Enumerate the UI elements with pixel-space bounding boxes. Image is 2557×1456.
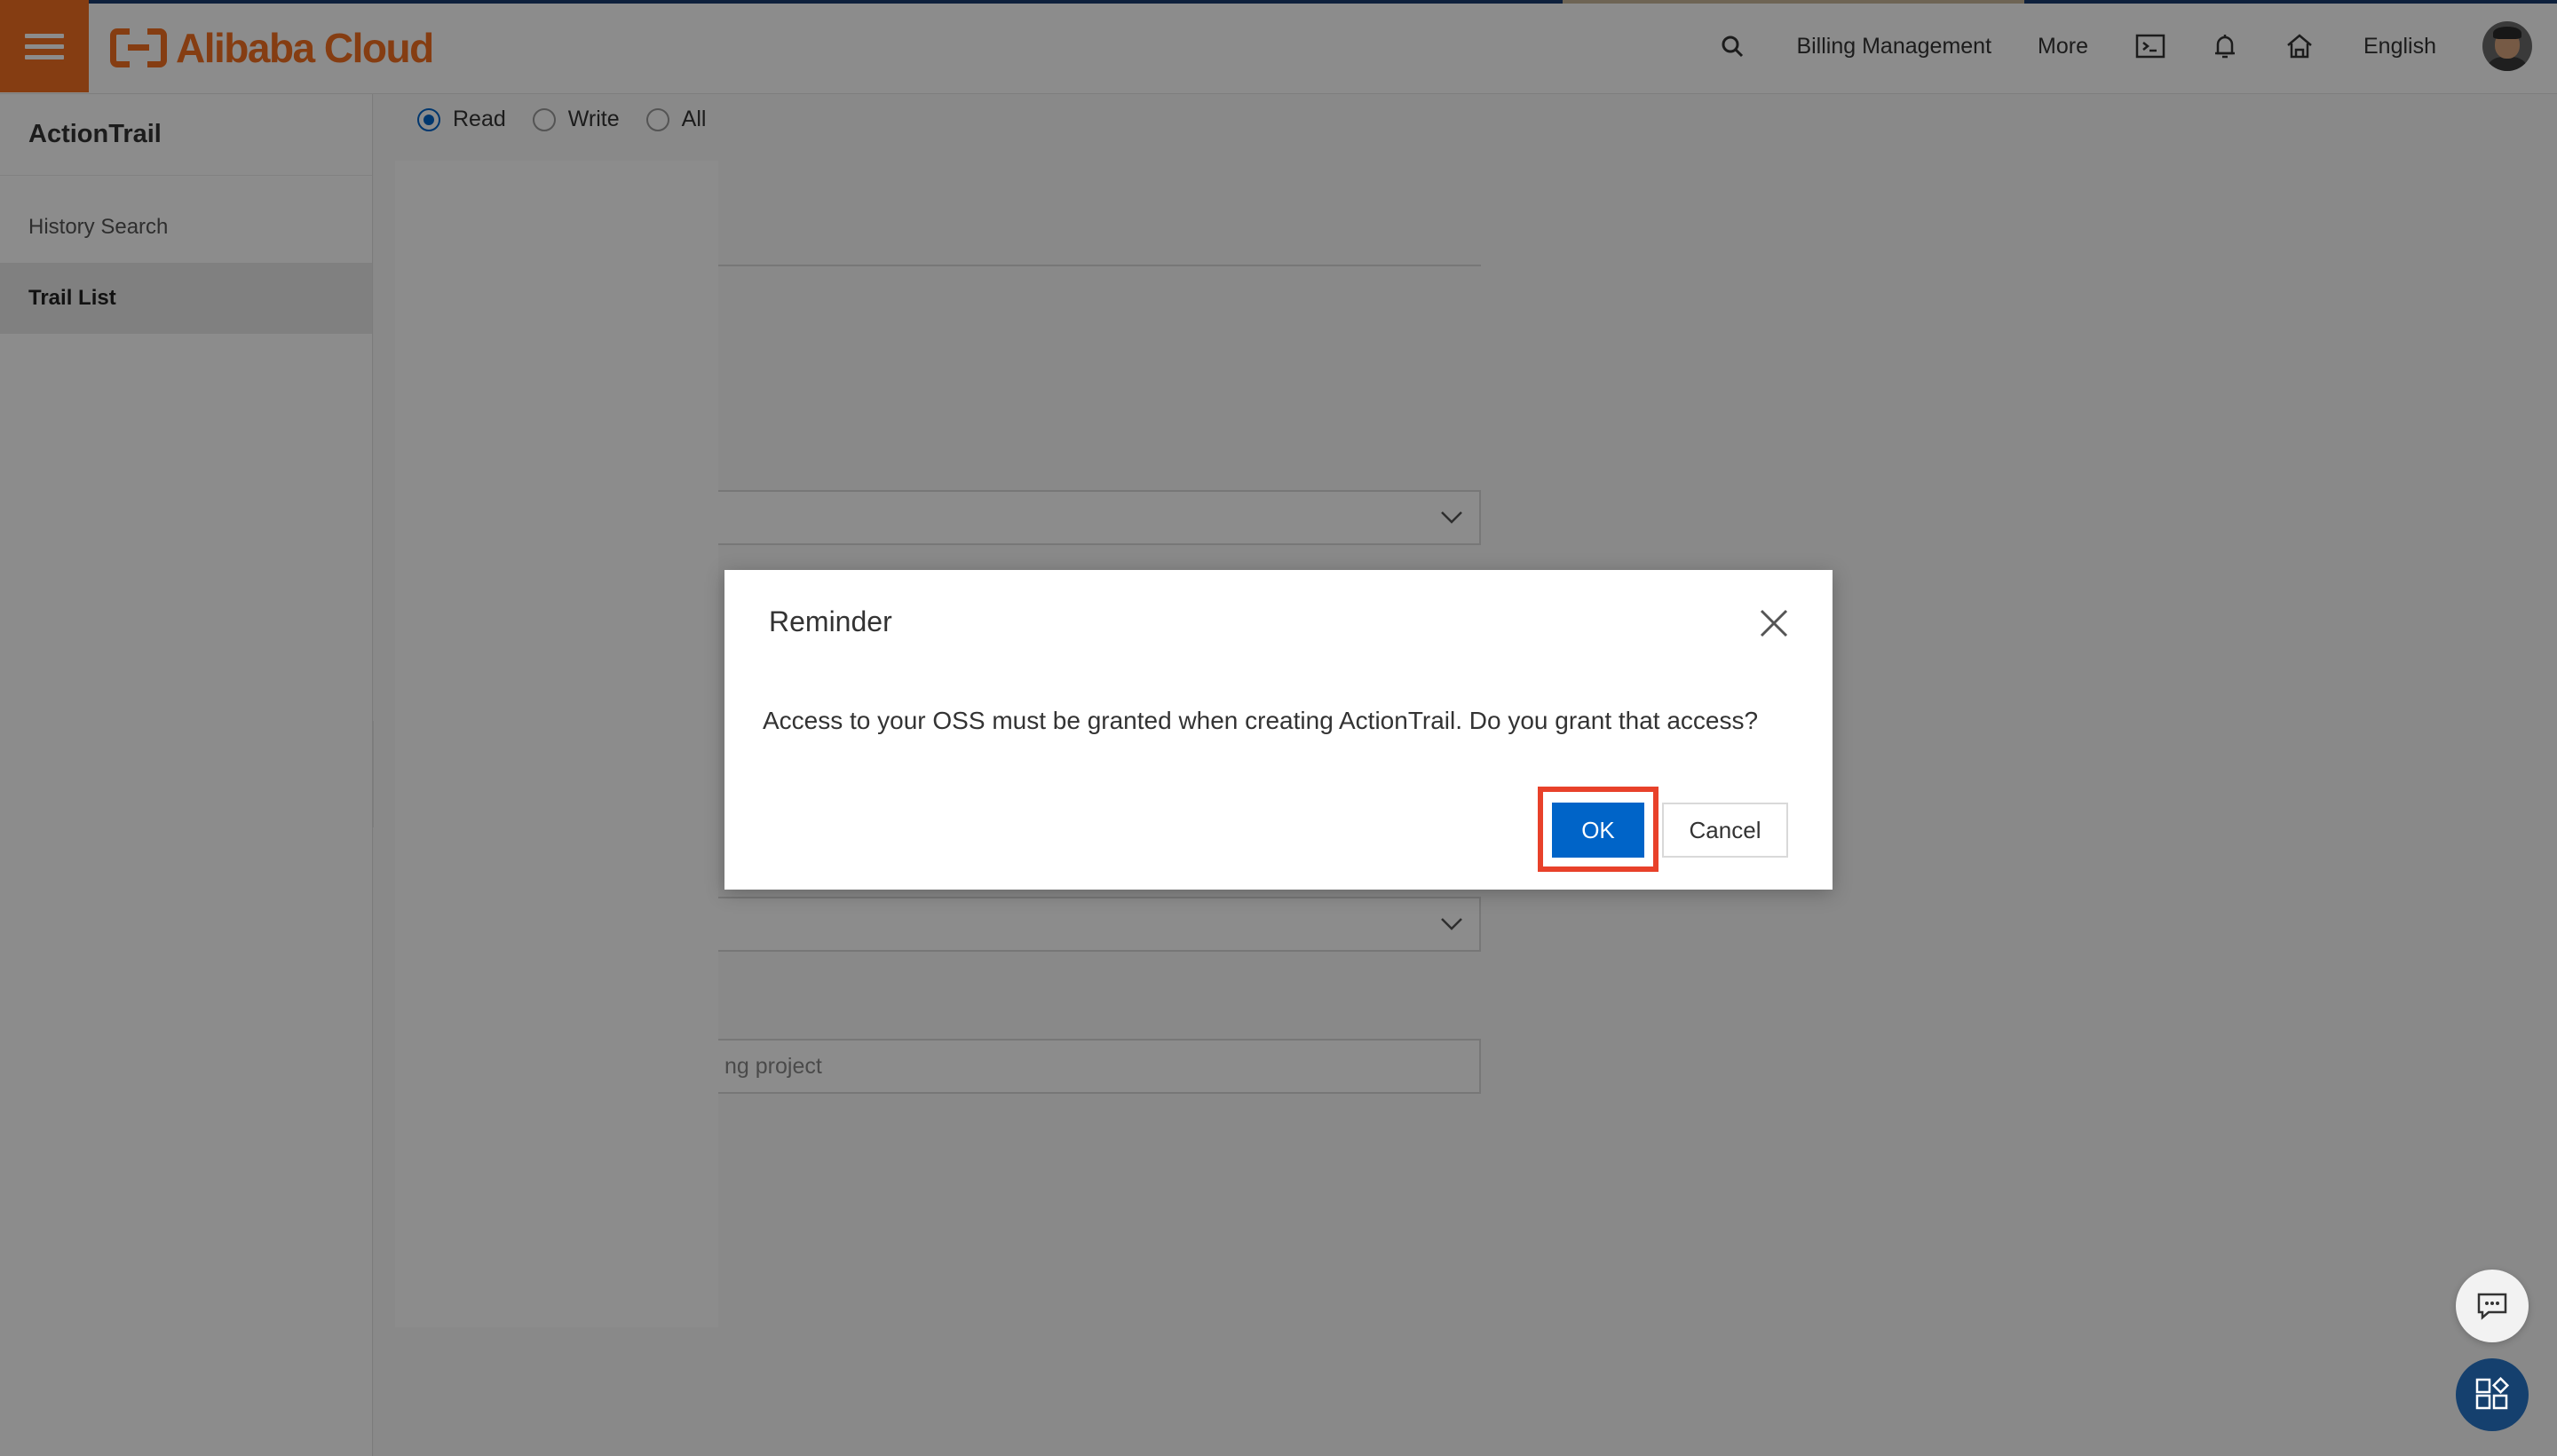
apps-grid-icon xyxy=(2475,1377,2510,1410)
ok-button[interactable]: OK xyxy=(1552,803,1644,858)
reminder-dialog: Reminder Access to your OSS must be gran… xyxy=(724,570,1833,890)
cancel-button[interactable]: Cancel xyxy=(1662,803,1788,858)
chat-icon xyxy=(2477,1293,2507,1320)
dialog-title: Reminder xyxy=(769,605,892,637)
chat-support-button[interactable] xyxy=(2456,1270,2529,1342)
apps-button[interactable] xyxy=(2456,1358,2529,1431)
close-icon[interactable] xyxy=(1758,607,1790,639)
dialog-message: Access to your OSS must be granted when … xyxy=(763,707,1759,734)
